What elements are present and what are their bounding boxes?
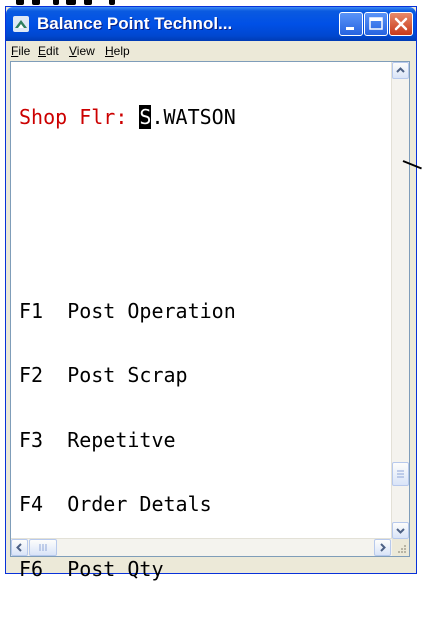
terminal-app-icon (13, 16, 29, 32)
terminal-screen[interactable]: Shop Flr: S.WATSON F1 Post Operation F2 … (10, 61, 410, 579)
menu-option-f4[interactable]: F4 Order Detals (19, 493, 236, 516)
chevron-up-icon (396, 67, 405, 73)
scroll-left-button[interactable] (11, 539, 28, 556)
menu-edit[interactable]: Edit (38, 44, 59, 58)
chevron-down-icon (396, 528, 405, 534)
menu-option-f2[interactable]: F2 Post Scrap (19, 364, 236, 387)
vertical-scroll-thumb[interactable] (392, 462, 409, 486)
menu-view[interactable]: View (69, 44, 95, 58)
menu-file[interactable]: File (11, 44, 30, 58)
window-title: Balance Point Technol... (37, 14, 233, 33)
title-bar[interactable]: Balance Point Technol... (6, 7, 416, 41)
cursor-char: S (139, 105, 152, 129)
menu-help[interactable]: Help (105, 44, 130, 58)
user-name: .WATSON (151, 105, 236, 129)
chevron-right-icon (380, 543, 386, 552)
thumb-grip-icon (397, 470, 404, 478)
maximize-button[interactable] (364, 12, 388, 36)
scroll-right-button[interactable] (374, 539, 391, 556)
minimize-button[interactable] (339, 12, 363, 36)
scroll-up-button[interactable] (392, 62, 409, 79)
menu-option-f1[interactable]: F1 Post Operation (19, 300, 236, 323)
maximize-icon (369, 17, 383, 30)
shop-floor-label: Shop Flr: (19, 105, 128, 129)
app-window: Balance Point Technol... File Edit View … (5, 6, 417, 579)
size-grip[interactable] (392, 539, 409, 556)
menu-option-f3[interactable]: F3 Repetitve (19, 429, 236, 452)
chevron-left-icon (16, 543, 22, 552)
minimize-icon (346, 27, 354, 30)
thumb-grip-icon (39, 544, 47, 551)
close-icon (394, 17, 408, 31)
resize-grip-icon (398, 545, 406, 553)
prompt-line: Shop Flr: S.WATSON (19, 105, 236, 129)
vertical-scrollbar[interactable] (391, 62, 409, 539)
menu-bar: File Edit View Help (6, 41, 416, 61)
scroll-down-button[interactable] (392, 522, 409, 539)
horizontal-scroll-thumb[interactable] (29, 539, 57, 556)
menu-option-f6[interactable]: F6 Post Qty (19, 558, 236, 581)
horizontal-scrollbar[interactable] (11, 538, 393, 556)
close-button[interactable] (389, 12, 413, 36)
